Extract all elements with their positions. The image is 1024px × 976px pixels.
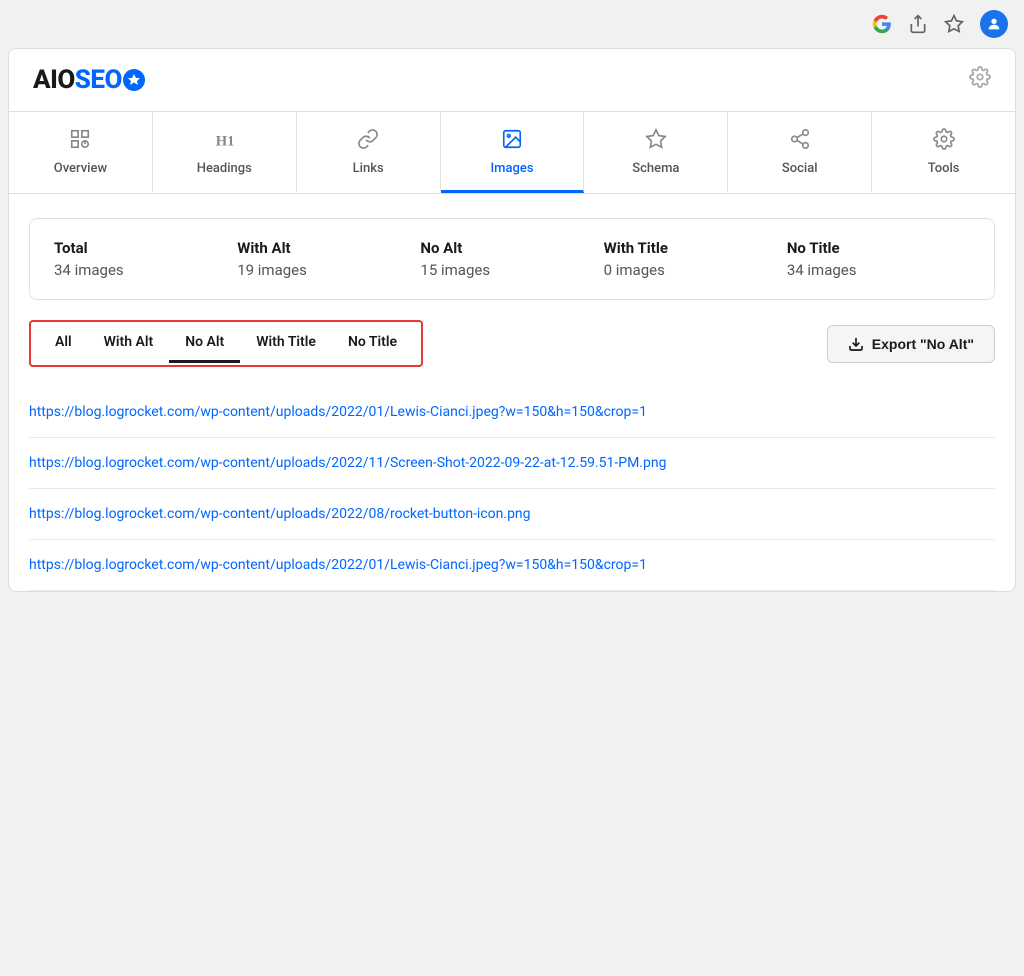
list-item: https://blog.logrocket.com/wp-content/up… [29, 540, 995, 591]
tab-tools[interactable]: Tools [872, 112, 1015, 193]
svg-text:H1: H1 [216, 133, 235, 149]
logo-seo-text: SEO [75, 65, 122, 95]
tab-schema[interactable]: Schema [584, 112, 728, 193]
images-icon [501, 128, 523, 155]
tab-tools-label: Tools [928, 161, 960, 176]
filter-tabs-wrapper: All With Alt No Alt With Title No Title [29, 320, 423, 367]
stat-with-title-label: With Title [604, 239, 787, 257]
share-icon[interactable] [908, 14, 928, 34]
tab-social-label: Social [782, 161, 818, 176]
tab-images-label: Images [490, 161, 533, 176]
app-header: AIOSEO [9, 49, 1015, 112]
tab-links-label: Links [353, 161, 384, 176]
tab-images[interactable]: Images [441, 112, 585, 193]
stat-no-title-label: No Title [787, 239, 970, 257]
logo-aio-text: AIO [33, 65, 75, 95]
stat-no-title: No Title 34 images [787, 239, 970, 279]
stat-with-alt-label: With Alt [237, 239, 420, 257]
stat-no-title-value: 34 images [787, 261, 970, 279]
filter-tabs: All With Alt No Alt With Title No Title [39, 324, 413, 363]
nav-tabs: Overview H1 Headings Lin [9, 112, 1015, 194]
image-link-3[interactable]: https://blog.logrocket.com/wp-content/up… [29, 506, 531, 522]
filter-tab-all[interactable]: All [39, 324, 88, 363]
filter-tab-with-alt[interactable]: With Alt [88, 324, 170, 363]
profile-avatar[interactable] [980, 10, 1008, 38]
logo-icon [123, 69, 145, 91]
filter-tab-no-alt[interactable]: No Alt [169, 324, 240, 363]
stat-no-alt-value: 15 images [420, 261, 603, 279]
settings-gear-icon[interactable] [969, 66, 991, 94]
image-link-2[interactable]: https://blog.logrocket.com/wp-content/up… [29, 455, 666, 471]
stat-with-title: With Title 0 images [604, 239, 787, 279]
social-icon [789, 128, 811, 155]
image-list: https://blog.logrocket.com/wp-content/up… [29, 387, 995, 591]
image-link-1[interactable]: https://blog.logrocket.com/wp-content/up… [29, 404, 647, 420]
stat-no-alt: No Alt 15 images [420, 239, 603, 279]
tab-schema-label: Schema [632, 161, 679, 176]
list-item: https://blog.logrocket.com/wp-content/up… [29, 438, 995, 489]
browser-chrome: AIOSEO [0, 0, 1024, 600]
stat-no-alt-label: No Alt [420, 239, 603, 257]
export-button-label: Export "No Alt" [872, 336, 974, 352]
stat-with-alt-value: 19 images [237, 261, 420, 279]
export-button[interactable]: Export "No Alt" [827, 325, 995, 363]
google-icon[interactable] [872, 14, 892, 34]
tab-headings-label: Headings [197, 161, 252, 176]
tab-overview-label: Overview [54, 161, 107, 176]
bookmark-icon[interactable] [944, 14, 964, 34]
filter-section: All With Alt No Alt With Title No Title … [29, 320, 995, 367]
tools-icon [933, 128, 955, 155]
browser-toolbar [0, 0, 1024, 48]
overview-icon [69, 128, 91, 155]
list-item: https://blog.logrocket.com/wp-content/up… [29, 489, 995, 540]
stat-total-label: Total [54, 239, 237, 257]
filter-tab-no-title[interactable]: No Title [332, 324, 413, 363]
tab-links[interactable]: Links [297, 112, 441, 193]
tab-headings[interactable]: H1 Headings [153, 112, 297, 193]
export-icon [848, 336, 864, 352]
stats-container: Total 34 images With Alt 19 images No Al… [29, 218, 995, 300]
tab-overview[interactable]: Overview [9, 112, 153, 193]
stat-total: Total 34 images [54, 239, 237, 279]
stat-with-title-value: 0 images [604, 261, 787, 279]
aioseo-logo: AIOSEO [33, 65, 145, 95]
stat-total-value: 34 images [54, 261, 237, 279]
image-link-4[interactable]: https://blog.logrocket.com/wp-content/up… [29, 557, 647, 573]
tab-social[interactable]: Social [728, 112, 872, 193]
links-icon [357, 128, 379, 155]
headings-icon: H1 [213, 128, 235, 155]
list-item: https://blog.logrocket.com/wp-content/up… [29, 387, 995, 438]
filter-tab-with-title[interactable]: With Title [240, 324, 332, 363]
stat-with-alt: With Alt 19 images [237, 239, 420, 279]
app-container: AIOSEO [8, 48, 1016, 592]
schema-icon [645, 128, 667, 155]
